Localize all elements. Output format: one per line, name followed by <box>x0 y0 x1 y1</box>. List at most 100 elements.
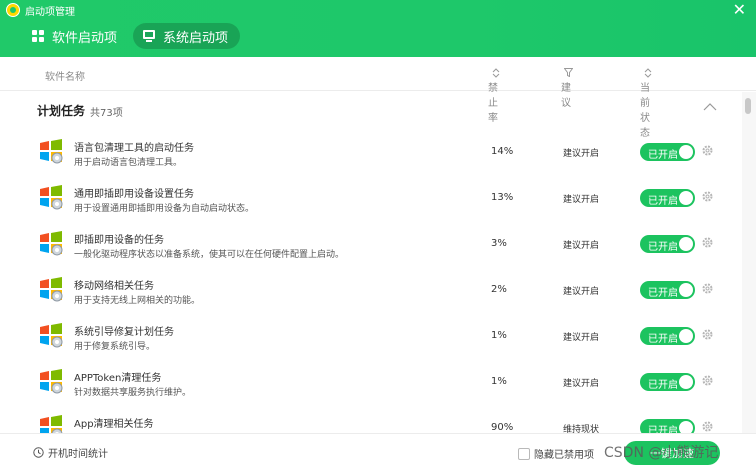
toggle-label: 已开启 <box>648 426 678 433</box>
windows-logo-icon <box>40 231 63 256</box>
app-logo-icon <box>6 3 20 17</box>
disable-rate: 2% <box>491 284 507 295</box>
toggle-label: 已开启 <box>648 380 678 391</box>
toggle-knob <box>679 329 693 343</box>
column-name-header: 软件名称 <box>45 72 85 83</box>
tab-label: 软件启动项 <box>52 30 118 46</box>
footer: 开机时间统计 隐藏已禁用项 一键加速 CSDN @小熊游记 <box>0 433 756 467</box>
windows-logo-icon <box>40 369 63 394</box>
toggle-knob <box>679 145 693 159</box>
titlebar: 启动项管理 <box>6 2 75 18</box>
boot-time-label: 开机时间统计 <box>48 449 108 460</box>
task-description: 一般化驱动程序状态以准备系统，使其可以在任何硬件配置上启动。 <box>74 250 345 260</box>
windows-logo-icon <box>40 277 63 302</box>
tab-system-startup[interactable]: 系统启动项 <box>133 23 241 49</box>
list-item[interactable]: 即插即用设备的任务 一般化驱动程序状态以准备系统，使其可以在任何硬件配置上启动。… <box>0 220 742 266</box>
list-item[interactable]: App清理相关任务 90% 维持现状 已开启 <box>0 404 742 433</box>
tab-label: 系统启动项 <box>163 30 229 46</box>
column-header: 软件名称 禁止率 建议 当前状态 <box>0 57 756 139</box>
gear-icon[interactable] <box>702 421 713 432</box>
advice-text: 建议开启 <box>563 195 600 205</box>
column-advice-header[interactable]: 建议 <box>561 68 574 109</box>
status-toggle[interactable]: 已开启 <box>640 327 695 345</box>
sort-icon <box>492 68 500 78</box>
advice-text: 建议开启 <box>563 379 600 389</box>
status-toggle[interactable]: 已开启 <box>640 419 695 433</box>
disable-rate: 1% <box>491 376 507 387</box>
task-description: 用于启动语言包清理工具。 <box>74 158 183 168</box>
toggle-label: 已开启 <box>648 196 678 207</box>
tab-bar: 软件启动项 系统启动项 <box>22 23 241 49</box>
gear-icon[interactable] <box>702 283 713 294</box>
disable-rate: 90% <box>491 422 514 433</box>
task-name: 移动网络相关任务 <box>74 281 154 292</box>
list-item[interactable]: 语言包清理工具的启动任务 用于启动语言包清理工具。 14% 建议开启 已开启 <box>0 128 742 174</box>
toggle-knob <box>679 421 693 433</box>
close-icon[interactable]: ✕ <box>733 2 746 18</box>
task-list: 语言包清理工具的启动任务 用于启动语言包清理工具。 14% 建议开启 已开启 通… <box>0 128 742 433</box>
list-item[interactable]: 系统引导修复计划任务 用于修复系统引导。 1% 建议开启 已开启 <box>0 312 742 358</box>
task-name: 语言包清理工具的启动任务 <box>74 143 194 154</box>
column-status-header[interactable]: 当前状态 <box>640 68 652 139</box>
hide-disabled-label: 隐藏已禁用项 <box>534 450 594 461</box>
filter-icon <box>563 68 574 78</box>
tab-software-startup[interactable]: 软件启动项 <box>22 23 129 49</box>
disable-rate: 3% <box>491 238 507 249</box>
list-item[interactable]: 移动网络相关任务 用于支持无线上网相关的功能。 2% 建议开启 已开启 <box>0 266 742 312</box>
scrollbar[interactable] <box>742 92 756 433</box>
toggle-knob <box>679 375 693 389</box>
status-toggle[interactable]: 已开启 <box>640 143 695 161</box>
group-count: 共73项 <box>90 108 123 119</box>
task-name: APPToken清理任务 <box>74 373 162 384</box>
advice-text: 建议开启 <box>563 333 600 343</box>
scrollbar-thumb[interactable] <box>745 98 751 114</box>
disable-rate: 1% <box>491 330 507 341</box>
toggle-label: 已开启 <box>648 242 678 253</box>
watermark: CSDN @小熊游记 <box>604 445 719 461</box>
header: 启动项管理 ✕ 软件启动项 系统启动项 <box>0 0 756 57</box>
boot-time-stats-link[interactable]: 开机时间统计 <box>33 445 108 460</box>
task-description: 针对数据共享服务执行维护。 <box>74 388 192 398</box>
toggle-label: 已开启 <box>648 288 678 299</box>
gear-icon[interactable] <box>702 375 713 386</box>
grid-icon <box>32 30 44 42</box>
advice-text: 建议开启 <box>563 241 600 251</box>
toggle-knob <box>679 191 693 205</box>
monitor-icon <box>143 30 156 42</box>
gear-icon[interactable] <box>702 145 713 156</box>
clock-icon <box>33 447 44 458</box>
toggle-knob <box>679 283 693 297</box>
windows-logo-icon <box>40 323 63 348</box>
status-toggle[interactable]: 已开启 <box>640 189 695 207</box>
toggle-label: 已开启 <box>648 334 678 345</box>
list-item[interactable]: APPToken清理任务 针对数据共享服务执行维护。 1% 建议开启 已开启 <box>0 358 742 404</box>
disable-rate: 14% <box>491 146 514 157</box>
advice-text: 建议开启 <box>563 287 600 297</box>
task-name: App清理相关任务 <box>74 419 154 430</box>
windows-logo-icon <box>40 415 63 433</box>
advice-text: 维持现状 <box>563 425 600 433</box>
status-toggle[interactable]: 已开启 <box>640 281 695 299</box>
app-title: 启动项管理 <box>25 6 75 18</box>
group-title: 计划任务 <box>37 104 86 118</box>
list-item[interactable]: 通用即插即用设备设置任务 用于设置通用即插即用设备为自动启动状态。 13% 建议… <box>0 174 742 220</box>
hide-disabled-checkbox[interactable]: 隐藏已禁用项 <box>518 446 594 461</box>
advice-text: 建议开启 <box>563 149 600 159</box>
status-toggle[interactable]: 已开启 <box>640 235 695 253</box>
column-rate-header[interactable]: 禁止率 <box>488 68 500 124</box>
chevron-up-icon[interactable] <box>703 103 717 111</box>
task-name: 通用即插即用设备设置任务 <box>74 189 194 200</box>
status-toggle[interactable]: 已开启 <box>640 373 695 391</box>
task-description: 用于支持无线上网相关的功能。 <box>74 296 201 306</box>
task-name: 系统引导修复计划任务 <box>74 327 174 338</box>
windows-logo-icon <box>40 185 63 210</box>
toggle-knob <box>679 237 693 251</box>
gear-icon[interactable] <box>702 237 713 248</box>
gear-icon[interactable] <box>702 191 713 202</box>
task-description: 用于修复系统引导。 <box>74 342 156 352</box>
disable-rate: 13% <box>491 192 514 203</box>
task-name: 即插即用设备的任务 <box>74 235 164 246</box>
checkbox-box[interactable] <box>518 447 530 460</box>
group-header[interactable]: 计划任务 共73项 <box>0 92 742 126</box>
gear-icon[interactable] <box>702 329 713 340</box>
